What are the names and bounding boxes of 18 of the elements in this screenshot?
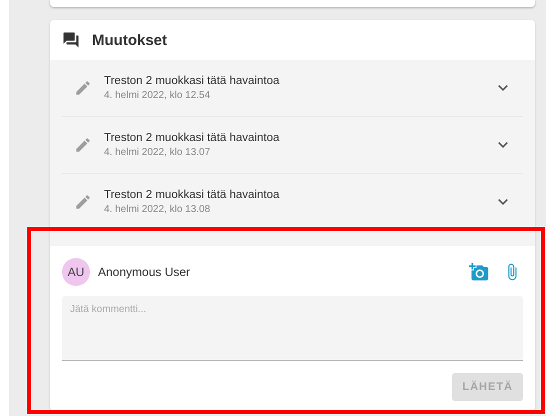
- pencil-icon: [74, 136, 92, 154]
- user-name: Anonymous User: [98, 265, 190, 279]
- change-date: 4. helmi 2022, klo 12.54: [104, 90, 212, 101]
- chevron-icon[interactable]: [498, 85, 508, 91]
- user-avatar: AU: [62, 258, 90, 286]
- forum-icon: [62, 31, 80, 49]
- pencil-icon: [74, 193, 92, 211]
- chevron-icon[interactable]: [498, 199, 508, 205]
- section-title: Muutokset: [92, 32, 167, 48]
- change-title: Treston 2 muokkasi tätä havaintoa: [104, 75, 280, 87]
- change-date: 4. helmi 2022, klo 13.07: [104, 147, 212, 158]
- add-photo-icon[interactable]: [469, 262, 489, 282]
- comment-field[interactable]: Jätä kommentti...: [62, 296, 523, 361]
- change-title: Treston 2 muokkasi tätä havaintoa: [104, 132, 280, 144]
- chevron-icon[interactable]: [498, 142, 508, 148]
- change-date: 4. helmi 2022, klo 13.08: [104, 204, 212, 215]
- pencil-icon: [74, 79, 92, 97]
- change-title: Treston 2 muokkasi tätä havaintoa: [104, 189, 280, 201]
